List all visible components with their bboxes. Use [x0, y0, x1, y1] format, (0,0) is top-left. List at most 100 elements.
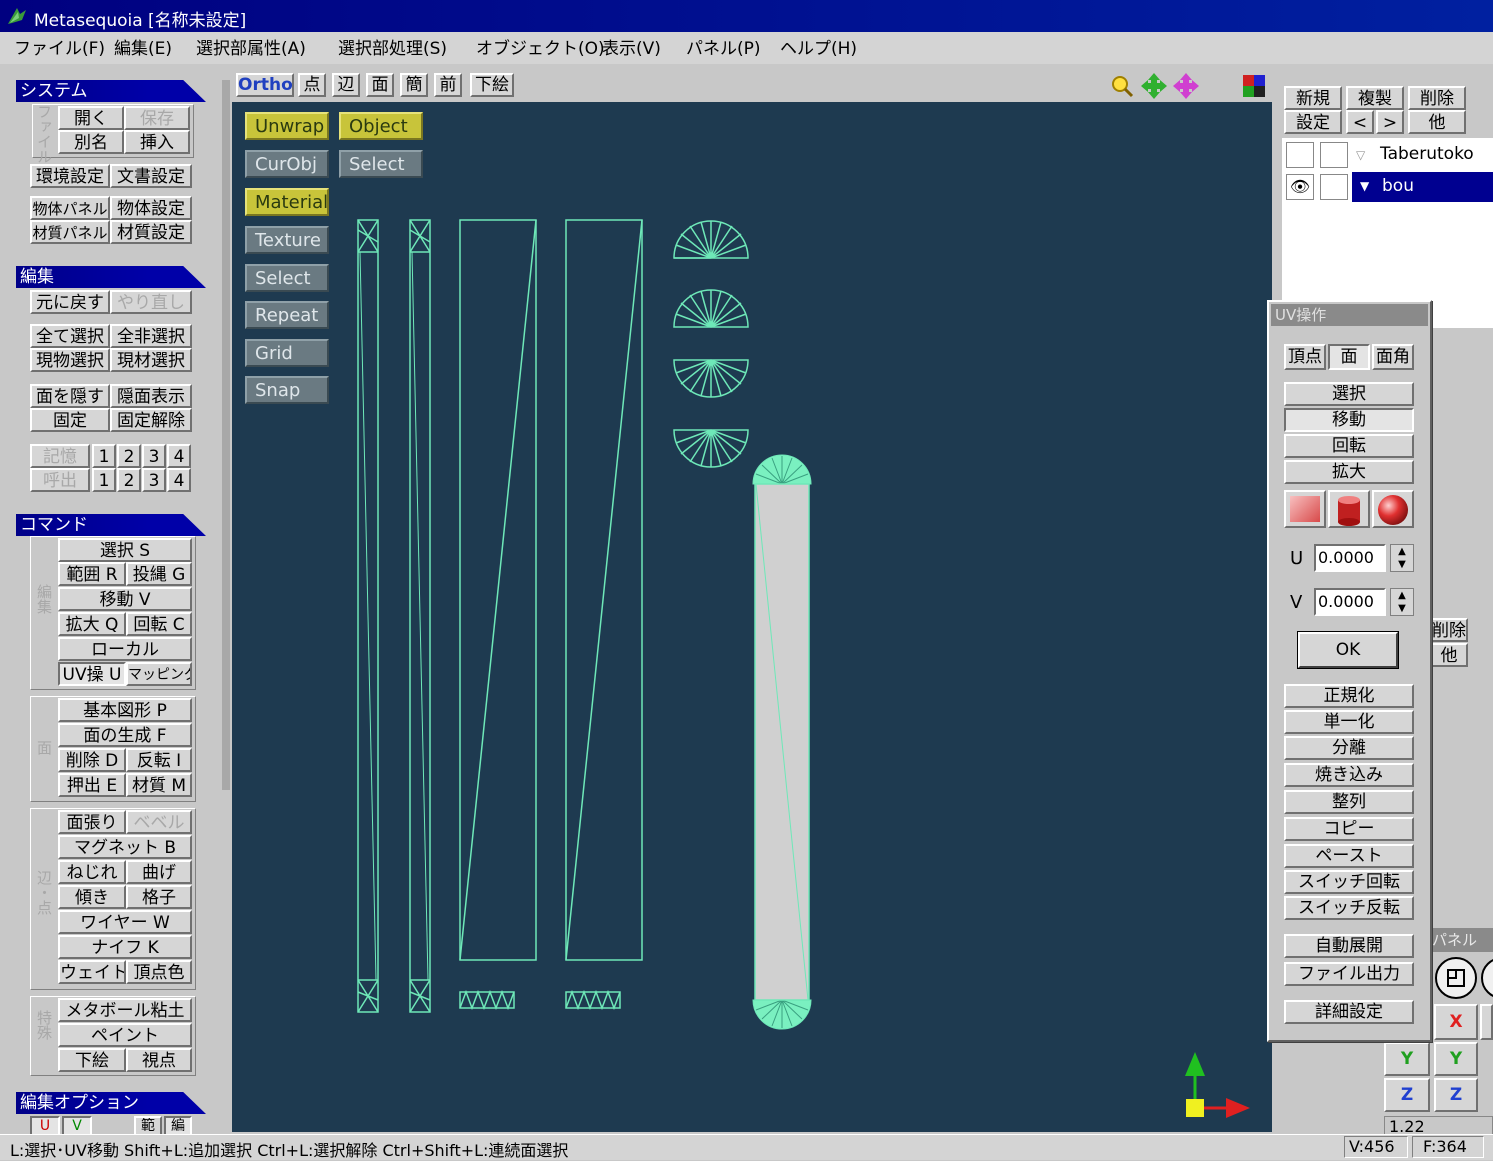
- object-new-button[interactable]: 新規: [1284, 86, 1342, 110]
- bend-button[interactable]: 曲げ: [126, 860, 192, 884]
- uv-move-button[interactable]: 移動: [1284, 408, 1414, 432]
- eye-icon[interactable]: 👁: [1286, 174, 1314, 200]
- recall-4[interactable]: 4: [167, 468, 191, 492]
- object-other-button[interactable]: 他: [1408, 110, 1466, 134]
- pan-icon[interactable]: [1140, 72, 1168, 100]
- uv-switch-rotate-button[interactable]: スイッチ回転: [1284, 870, 1414, 894]
- object-next-button[interactable]: >: [1376, 110, 1404, 134]
- axis-x-button-2[interactable]: [1480, 1004, 1493, 1040]
- uv-auto-unwrap-button[interactable]: 自動展開: [1284, 934, 1414, 958]
- toggle-texture[interactable]: Texture: [245, 226, 329, 254]
- uv-switch-flip-button[interactable]: スイッチ反転: [1284, 896, 1414, 920]
- menu-object[interactable]: オブジェクト(O): [476, 38, 605, 60]
- view-tab-vertex[interactable]: 点: [298, 73, 326, 97]
- uv-sphere-button[interactable]: [1372, 490, 1414, 528]
- material-tool-button[interactable]: 材質 M: [126, 773, 192, 797]
- metaball-button[interactable]: メタボール粘土: [58, 998, 192, 1022]
- recall-2[interactable]: 2: [117, 468, 141, 492]
- object-prev-button[interactable]: <: [1346, 110, 1374, 134]
- edit-option-w[interactable]: 編: [164, 1116, 192, 1136]
- select-none-button[interactable]: 全非選択: [110, 324, 192, 348]
- axis-z-button-2[interactable]: Z: [1434, 1078, 1478, 1112]
- uv-paste-button[interactable]: ペースト: [1284, 844, 1414, 868]
- move-tool-button[interactable]: 移動 V: [58, 587, 192, 611]
- select-curmat-button[interactable]: 現材選択: [110, 348, 192, 372]
- doc-settings-button[interactable]: 文書設定: [110, 164, 192, 188]
- uv-separate-button[interactable]: 分離: [1284, 736, 1414, 760]
- edit-option-range[interactable]: 範: [134, 1116, 162, 1136]
- primitive-button[interactable]: 基本図形 P: [58, 698, 192, 722]
- recall-3[interactable]: 3: [142, 468, 166, 492]
- lattice-button[interactable]: 格子: [126, 885, 192, 909]
- viewpoint-button[interactable]: 視点: [126, 1048, 192, 1072]
- uv-normalize-button[interactable]: 正規化: [1284, 684, 1414, 708]
- toggle-snap[interactable]: Snap: [245, 376, 329, 404]
- uv-unify-button[interactable]: 単一化: [1284, 710, 1414, 734]
- uv-tool-button[interactable]: UV操 U: [58, 662, 126, 686]
- object-duplicate-button[interactable]: 複製: [1346, 86, 1404, 110]
- toggle-unwrap[interactable]: Unwrap: [245, 112, 329, 140]
- makeface-button[interactable]: 面の生成 F: [58, 723, 192, 747]
- lasso-tool-button[interactable]: 投縄 G: [126, 562, 192, 586]
- view-layout-icon[interactable]: [1242, 74, 1266, 98]
- memory-3[interactable]: 3: [142, 444, 166, 468]
- lock-toggle[interactable]: [1320, 142, 1348, 168]
- behind-delete-button[interactable]: 削除: [1430, 618, 1468, 642]
- flip-tool-button[interactable]: 反転 I: [126, 748, 192, 772]
- axis-z-button[interactable]: Z: [1384, 1078, 1430, 1112]
- uv-planar-button[interactable]: [1284, 490, 1326, 528]
- uv-copy-button[interactable]: コピー: [1284, 817, 1414, 841]
- object-panel-button[interactable]: 物体パネル: [30, 196, 110, 220]
- menu-view[interactable]: 表示(V): [602, 38, 661, 60]
- uv-align-button[interactable]: 整列: [1284, 790, 1414, 814]
- weight-button[interactable]: ウェイト: [58, 960, 126, 984]
- insert-button[interactable]: 挿入: [124, 130, 190, 154]
- toggle-select-material[interactable]: Select: [245, 264, 329, 292]
- range-tool-button[interactable]: 範囲 R: [58, 562, 126, 586]
- uv-viewport[interactable]: Unwrap Object CurObj Select Material Tex…: [232, 102, 1272, 1132]
- undo-button[interactable]: 元に戻す: [30, 290, 110, 314]
- object-settings-button[interactable]: 物体設定: [110, 196, 192, 220]
- menu-help[interactable]: ヘルプ(H): [780, 38, 857, 60]
- visibility-toggle[interactable]: [1286, 142, 1314, 168]
- rotate-view-icon[interactable]: [1172, 72, 1200, 100]
- view-tab-edge[interactable]: 辺: [332, 73, 360, 97]
- uv-file-output-button[interactable]: ファイル出力: [1284, 962, 1414, 986]
- uv-detail-settings-button[interactable]: 詳細設定: [1284, 1000, 1414, 1024]
- uv-mode-vertex[interactable]: 頂点: [1284, 344, 1326, 370]
- collapse-icon[interactable]: ▽: [1356, 148, 1365, 162]
- behind-other-button[interactable]: 他: [1430, 643, 1468, 667]
- save-button[interactable]: 保存: [124, 106, 190, 130]
- edit-option-v[interactable]: V: [62, 1116, 92, 1136]
- uv-scale-button[interactable]: 拡大: [1284, 460, 1414, 484]
- memory-1[interactable]: 1: [92, 444, 116, 468]
- wire-button[interactable]: ワイヤー W: [58, 910, 192, 934]
- memory-2[interactable]: 2: [117, 444, 141, 468]
- view-square-icon[interactable]: [1434, 956, 1478, 1000]
- axis-y-button[interactable]: Y: [1384, 1042, 1430, 1076]
- view-tab-underlay[interactable]: 下絵: [470, 73, 514, 97]
- lock-toggle[interactable]: [1320, 174, 1348, 200]
- knife-button[interactable]: ナイフ K: [58, 935, 192, 959]
- view-tab-simple[interactable]: 簡: [400, 73, 428, 97]
- underlay-button[interactable]: 下絵: [58, 1048, 126, 1072]
- axis-x-button[interactable]: X: [1434, 1004, 1478, 1040]
- vertex-color-button[interactable]: 頂点色: [126, 960, 192, 984]
- paint-button[interactable]: ペイント: [58, 1023, 192, 1047]
- uv-rotate-button[interactable]: 回転: [1284, 434, 1414, 458]
- delete-tool-button[interactable]: 削除 D: [58, 748, 126, 772]
- uv-mode-facecorner[interactable]: 面角: [1372, 344, 1414, 370]
- toggle-repeat[interactable]: Repeat: [245, 301, 329, 329]
- toggle-select-object[interactable]: Select: [339, 150, 423, 178]
- ortho-button[interactable]: Ortho: [236, 73, 294, 97]
- fix-button[interactable]: 固定: [30, 408, 110, 432]
- recall-1[interactable]: 1: [92, 468, 116, 492]
- view-tab-face[interactable]: 面: [366, 73, 394, 97]
- recall-button[interactable]: 呼出: [30, 468, 90, 492]
- uv-ok-button[interactable]: OK: [1297, 631, 1399, 669]
- object-settings-button[interactable]: 設定: [1284, 110, 1342, 134]
- select-tool-button[interactable]: 選択 S: [58, 538, 192, 562]
- view-circle-icon[interactable]: [1480, 956, 1493, 1000]
- toggle-curobj[interactable]: CurObj: [245, 150, 329, 178]
- bevel-button[interactable]: ベベル: [126, 810, 192, 834]
